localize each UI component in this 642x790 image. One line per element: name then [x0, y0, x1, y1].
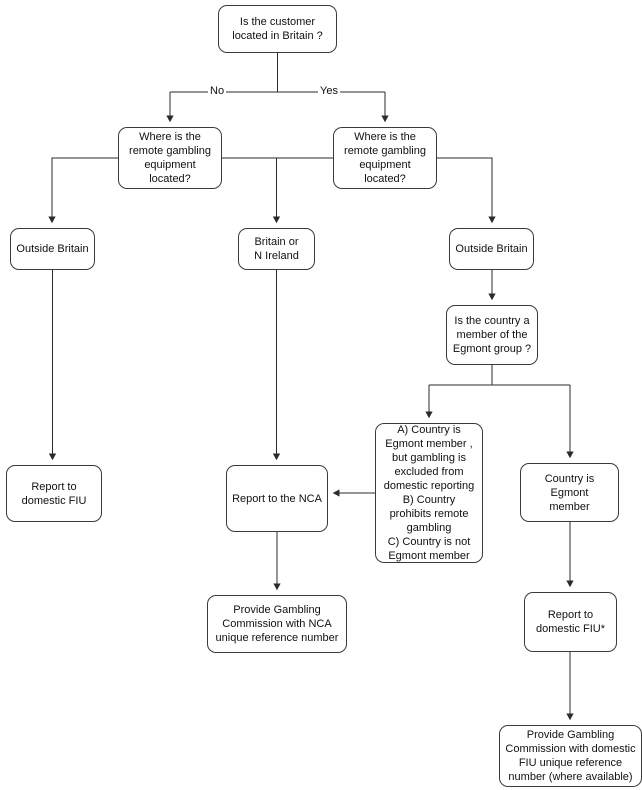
- action-report-to-domestic-fiu-asterisk[interactable]: Report to domestic FIU*: [524, 592, 617, 652]
- outcome-outside-britain-left[interactable]: Outside Britain: [10, 228, 95, 270]
- decision-remote-gambling-equipment-right[interactable]: Where is the remote gambling equipment l…: [333, 127, 437, 189]
- action-report-to-the-nca[interactable]: Report to the NCA: [226, 465, 328, 532]
- outcome-country-is-egmont-member[interactable]: Country is Egmont member: [520, 463, 619, 522]
- decision-remote-gambling-equipment-left[interactable]: Where is the remote gambling equipment l…: [118, 127, 222, 189]
- edge-equipment-left-to-outside-britain: [48, 157, 118, 224]
- decision-egmont-group-member[interactable]: Is the country a member of the Egmont gr…: [446, 305, 538, 365]
- edge-equipment-right-to-outside-britain: [437, 157, 496, 224]
- decision-customer-located-in-britain[interactable]: Is the customer located in Britain ?: [218, 5, 337, 53]
- action-provide-gambling-commission-domestic-fiu-reference[interactable]: Provide Gambling Commission with domesti…: [499, 725, 642, 787]
- edge-label-yes: Yes: [318, 85, 340, 97]
- action-report-to-domestic-fiu[interactable]: Report to domestic FIU: [6, 465, 102, 522]
- flowchart-edge-layer: [48, 53, 574, 721]
- edge-label-no: No: [208, 85, 227, 97]
- outcome-excluded-prohibited-or-non-member[interactable]: A) Country is Egmont member , but gambli…: [375, 423, 483, 563]
- outcome-britain-or-n-ireland[interactable]: Britain or N Ireland: [238, 228, 315, 270]
- action-provide-gambling-commission-nca-reference[interactable]: Provide Gambling Commission with NCA uni…: [207, 595, 347, 653]
- flowchart-canvas: Is the customer located in Britain ? Whe…: [0, 0, 642, 790]
- outcome-outside-britain-right[interactable]: Outside Britain: [449, 228, 534, 270]
